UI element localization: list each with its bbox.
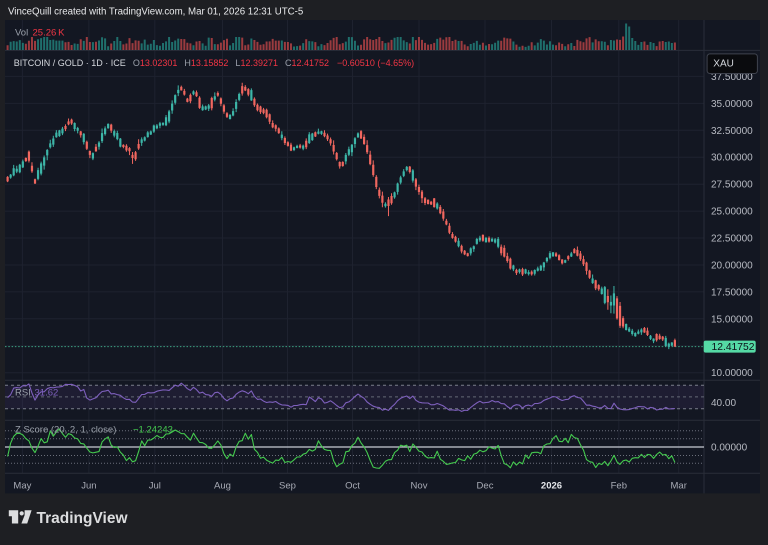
svg-text:TradingView: TradingView (37, 510, 129, 527)
svg-text:20.00000: 20.00000 (711, 261, 753, 272)
svg-text:May: May (13, 481, 31, 492)
svg-text:Jun: Jun (81, 481, 96, 492)
svg-text:27.50000: 27.50000 (711, 180, 753, 191)
svg-text:30.00000: 30.00000 (711, 153, 753, 164)
svg-text:Mar: Mar (671, 481, 687, 492)
svg-text:10.00000: 10.00000 (711, 368, 753, 379)
svg-text:Jul: Jul (149, 481, 161, 492)
svg-text:31.62: 31.62 (35, 387, 59, 398)
svg-text:22.50000: 22.50000 (711, 234, 753, 245)
svg-text:32.50000: 32.50000 (711, 126, 753, 137)
svg-text:Nov: Nov (411, 481, 428, 492)
svg-text:Feb: Feb (611, 481, 627, 492)
svg-text:Vol: Vol (15, 28, 28, 39)
svg-text:0.00000: 0.00000 (711, 443, 748, 454)
svg-text:Aug: Aug (214, 481, 231, 492)
svg-text:12.41752: 12.41752 (712, 342, 755, 353)
svg-text:Oct: Oct (345, 481, 360, 492)
svg-text:−1.24243: −1.24243 (133, 424, 173, 435)
svg-text:XAU: XAU (713, 58, 734, 69)
svg-text:15.00000: 15.00000 (711, 314, 753, 325)
svg-text:RSI: RSI (15, 387, 31, 398)
svg-text:BITCOIN / GOLD · 1D · ICEO13.0: BITCOIN / GOLD · 1D · ICEO13.02301H13.15… (14, 58, 414, 68)
svg-text:Sep: Sep (279, 481, 296, 492)
svg-text:25.26 K: 25.26 K (33, 28, 66, 39)
svg-text:35.00000: 35.00000 (711, 99, 753, 110)
svg-text:VinceQuill created with Tradin: VinceQuill created with TradingView.com,… (8, 6, 303, 17)
svg-text:Dec: Dec (477, 481, 494, 492)
svg-text:Z Score (20, 2, 1, close): Z Score (20, 2, 1, close) (15, 424, 116, 435)
svg-text:17.50000: 17.50000 (711, 287, 753, 298)
svg-text:2026: 2026 (541, 481, 562, 492)
svg-text:40.00: 40.00 (711, 398, 736, 409)
svg-text:25.00000: 25.00000 (711, 207, 753, 218)
